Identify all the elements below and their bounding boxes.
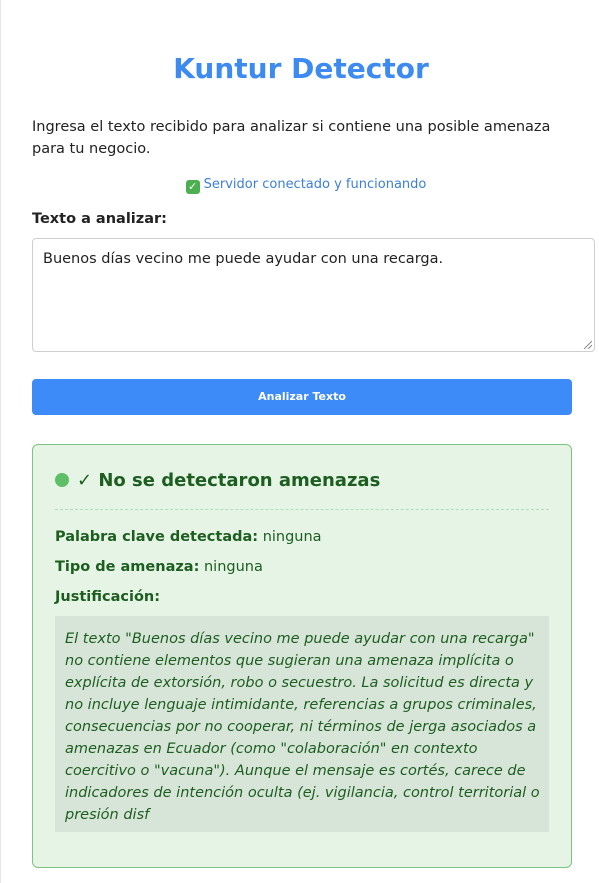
justification-label: Justificación: [55, 589, 161, 605]
server-status-text: Servidor conectado y funcionando [203, 177, 427, 192]
justification-row: Justificación: [55, 587, 160, 607]
resize-handle-icon[interactable] [582, 339, 592, 349]
analyze-button[interactable]: Analizar Texto [32, 379, 572, 415]
status-dot-icon [55, 473, 69, 487]
text-input-label: Texto a analizar: [32, 211, 167, 227]
check-box-icon: ✓ [185, 180, 200, 194]
intro-text: Ingresa el texto recibido para analizar … [32, 119, 551, 157]
text-input[interactable]: Buenos días vecino me puede ayudar con u… [32, 238, 595, 352]
result-divider [55, 509, 549, 510]
server-status: ✓ Servidor conectado y funcionando [1, 175, 599, 195]
result-heading: ✓ No se detectaron amenazas [55, 470, 380, 492]
main-card: Kuntur Detector Ingresa el texto recibid… [0, 0, 599, 883]
threat-type-row: Tipo de amenaza: ninguna [55, 557, 263, 577]
page-title: Kuntur Detector [173, 52, 429, 85]
keyword-row: Palabra clave detectada: ninguna [55, 527, 322, 547]
result-panel: ✓ No se detectaron amenazas Palabra clav… [32, 444, 572, 868]
threat-type-value: ninguna [203, 559, 263, 575]
keyword-label: Palabra clave detectada: [55, 529, 259, 545]
result-heading-text: ✓ No se detectaron amenazas [77, 470, 381, 491]
keyword-value: ninguna [262, 529, 322, 545]
justification-text: El texto "Buenos días vecino me puede ay… [55, 616, 549, 832]
threat-type-label: Tipo de amenaza: [55, 559, 200, 575]
